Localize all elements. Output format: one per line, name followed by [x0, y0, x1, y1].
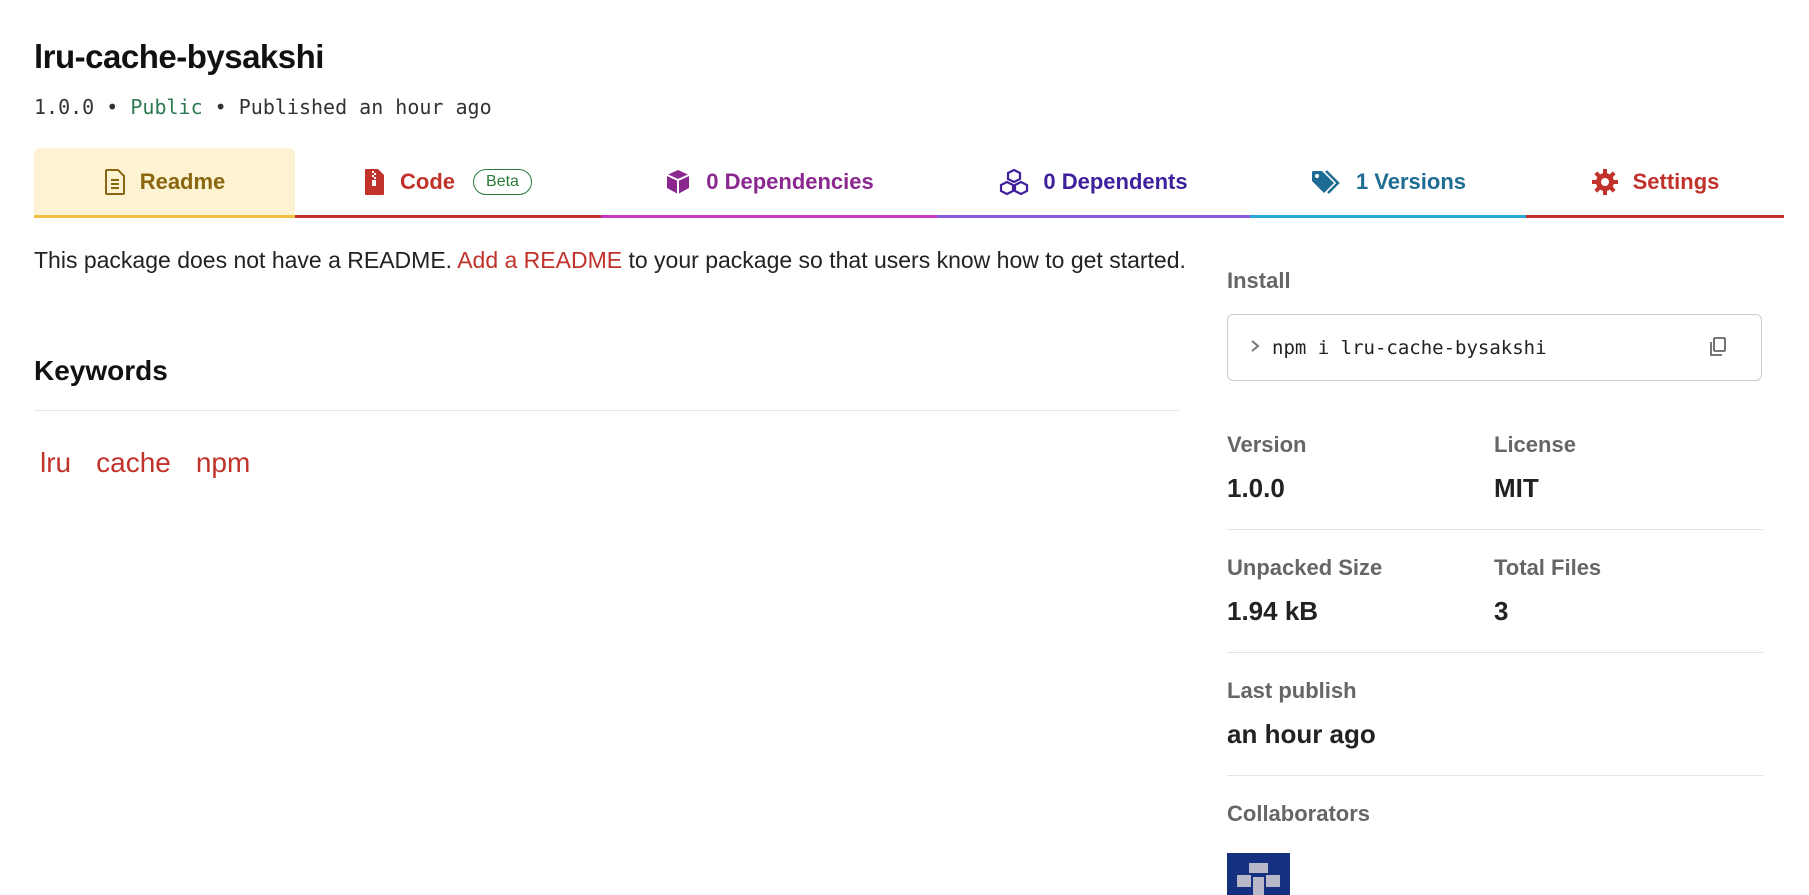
package-meta: 1.0.0 • Public • Published an hour ago [34, 95, 492, 119]
unpacked-size-value: 1.94 kB [1227, 596, 1319, 626]
boxes-icon [999, 168, 1029, 196]
beta-badge: Beta [473, 168, 532, 195]
readme-note-prefix: This package does not have a README. [34, 247, 453, 273]
collaborators-label: Collaborators [1227, 801, 1371, 826]
visibility-label: Public [130, 95, 203, 119]
version-label: Version [1227, 432, 1307, 457]
tab-label: 1 Versions [1355, 168, 1467, 194]
tab-settings[interactable]: Settings [1526, 148, 1784, 218]
tab-versions[interactable]: 1 Versions [1250, 148, 1526, 218]
document-icon [104, 168, 126, 195]
install-command: npm i lru-cache-bysakshi [1272, 336, 1547, 359]
divider [34, 410, 1179, 411]
keywords-heading: Keywords [34, 355, 168, 386]
tab-label: Readme [139, 168, 226, 194]
license-label: License [1494, 432, 1576, 457]
keyword-list: lru cache npm [40, 447, 250, 479]
tab-label: 0 Dependencies [706, 168, 874, 194]
total-files-value: 3 [1494, 596, 1509, 626]
gear-icon [1591, 168, 1619, 196]
package-title: lru-cache-bysakshi [34, 38, 324, 75]
tab-dependencies[interactable]: 0 Dependencies [601, 148, 937, 218]
divider [1227, 775, 1763, 776]
chevron-right-icon [1250, 337, 1260, 358]
keyword-link[interactable]: lru [40, 447, 71, 479]
keyword-link[interactable]: npm [196, 447, 250, 479]
readme-missing-note: This package does not have a README. Add… [34, 247, 1186, 274]
tab-readme[interactable]: Readme [34, 148, 295, 218]
divider [1227, 652, 1763, 653]
tab-dependents[interactable]: 0 Dependents [937, 148, 1250, 218]
tab-code[interactable]: Code Beta [295, 148, 601, 218]
license-value: MIT [1494, 473, 1539, 503]
add-readme-link[interactable]: Add a README [457, 247, 622, 273]
install-label: Install [1227, 268, 1291, 293]
last-publish-label: Last publish [1227, 678, 1357, 703]
divider [1227, 529, 1763, 530]
readme-note-suffix: to your package so that users know how t… [628, 247, 1186, 273]
tab-label: 0 Dependents [1043, 168, 1188, 194]
tab-label: Settings [1632, 168, 1720, 194]
box-icon [664, 168, 692, 196]
version-value: 1.0.0 [1227, 473, 1285, 503]
published-label: Published an hour ago [238, 95, 492, 119]
meta-separator: • [106, 95, 119, 119]
copy-icon[interactable] [1709, 337, 1727, 362]
total-files-label: Total Files [1494, 555, 1602, 580]
tab-label: Code [400, 168, 456, 194]
meta-separator: • [214, 95, 227, 119]
keyword-link[interactable]: cache [96, 447, 171, 479]
package-tabs: Readme Code Beta 0 Dependencies 0 Depend… [34, 148, 1784, 218]
package-version: 1.0.0 [34, 95, 95, 119]
avatar[interactable] [1227, 853, 1290, 895]
zip-file-icon [364, 168, 386, 196]
unpacked-size-label: Unpacked Size [1227, 555, 1383, 580]
last-publish-value: an hour ago [1227, 719, 1376, 749]
tags-icon [1310, 169, 1342, 195]
install-command-box[interactable]: npm i lru-cache-bysakshi [1227, 314, 1762, 381]
